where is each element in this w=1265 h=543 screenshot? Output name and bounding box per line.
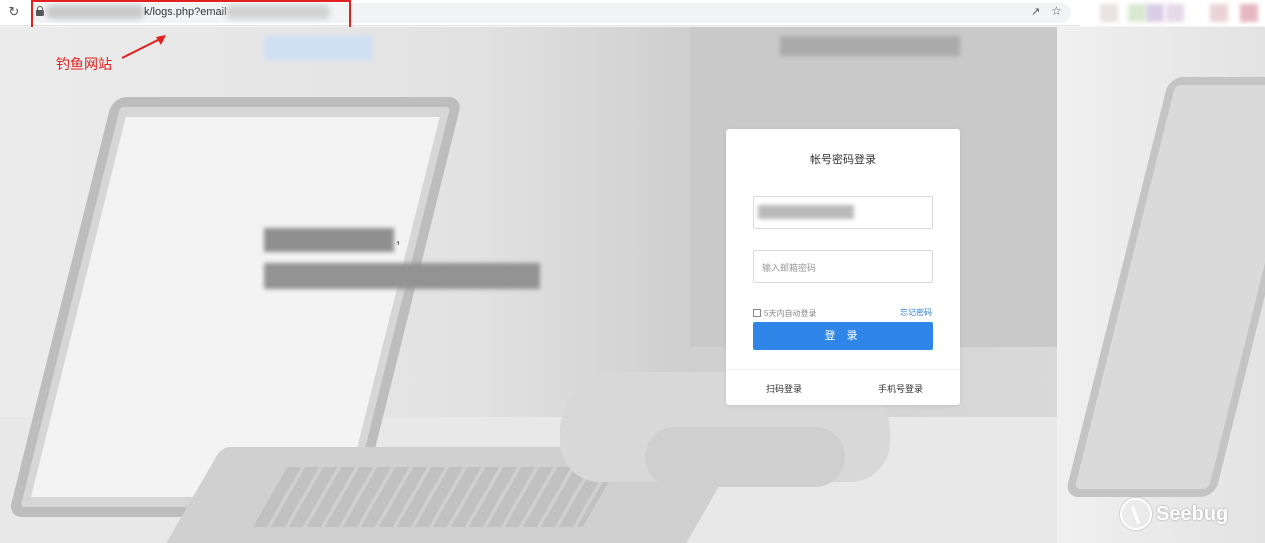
qr-login-link[interactable]: 扫码登录 (766, 382, 802, 395)
reload-icon[interactable]: ↻ (6, 4, 22, 20)
extensions-area (1080, 0, 1265, 26)
watermark-text: Seebug (1156, 502, 1229, 525)
remember-label: 5天内自动登录 (764, 308, 817, 318)
redacted-slogan-line (264, 228, 394, 252)
star-icon[interactable]: ☆ (1051, 5, 1063, 17)
extension-icon[interactable] (1128, 4, 1146, 22)
divider (726, 369, 960, 370)
password-field[interactable]: 输入邮箱密码 (753, 250, 933, 283)
login-title: 帐号密码登录 (810, 154, 876, 166)
remember-checkbox[interactable] (753, 309, 761, 317)
background-repeat (1057, 27, 1265, 543)
extension-icon[interactable] (1146, 4, 1164, 22)
redacted-header-text (780, 36, 960, 56)
email-field[interactable] (753, 196, 933, 229)
redacted-email-value (758, 205, 854, 219)
password-placeholder: 输入邮箱密码 (762, 263, 817, 273)
laptop-screen-repeat (1064, 77, 1265, 497)
phone-login-link[interactable]: 手机号登录 (878, 382, 923, 395)
laptop-keyboard (252, 467, 618, 527)
seebug-watermark: Seebug (1120, 497, 1228, 531)
hand-fingers (645, 427, 845, 487)
annotation-label: 钓鱼网站 (56, 56, 112, 72)
seebug-logo-icon (1120, 498, 1152, 530)
extension-icon[interactable] (1210, 4, 1228, 22)
annotation-arrow-icon (121, 35, 166, 59)
redacted-logo (264, 36, 372, 60)
login-button[interactable]: 登 录 (753, 322, 933, 350)
login-card: 帐号密码登录 输入邮箱密码 5天内自动登录 忘记密码 登 录 扫码登录 手机号登… (726, 129, 960, 405)
remember-me[interactable]: 5天内自动登录 (753, 307, 816, 319)
url-highlight-box (31, 0, 351, 30)
extension-icon[interactable] (1166, 4, 1184, 22)
forgot-password-link[interactable]: 忘记密码 (900, 307, 932, 319)
redacted-slogan-line (264, 263, 540, 289)
extension-icon[interactable] (1100, 4, 1118, 22)
extension-icon[interactable] (1240, 4, 1258, 22)
slogan-comma: , (396, 230, 401, 247)
share-icon[interactable]: ↗ (1031, 6, 1043, 18)
